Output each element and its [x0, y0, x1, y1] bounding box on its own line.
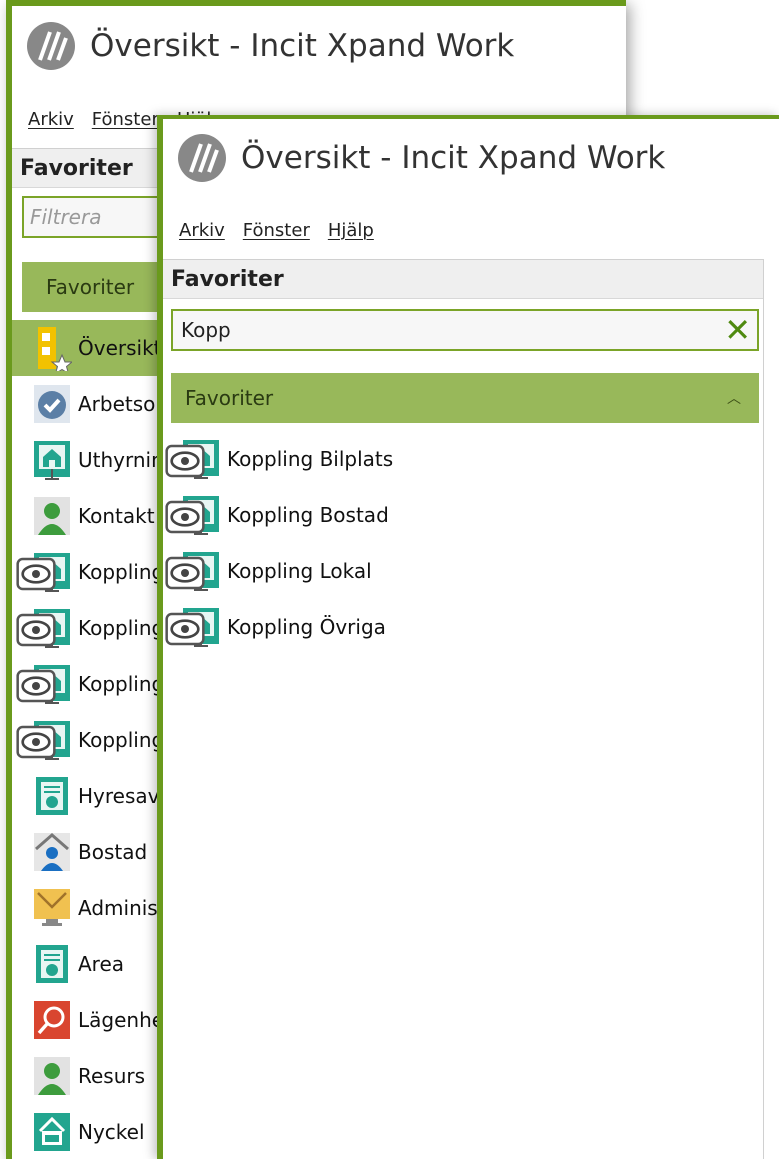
app-logo-icon — [27, 22, 75, 70]
person-icon — [32, 493, 72, 539]
menu-fonster[interactable]: Fönster — [243, 220, 310, 241]
menu-arkiv[interactable]: Arkiv — [179, 220, 225, 241]
link-property-icon — [181, 436, 221, 482]
mail-monitor-icon — [32, 885, 72, 931]
menu-fonster[interactable]: Fönster — [92, 109, 159, 130]
back-title-bar: Översikt - Incit Xpand Work — [12, 6, 514, 86]
window-title: Översikt - Incit Xpand Work — [241, 140, 666, 176]
filter-input[interactable]: Kopp ✕ — [171, 309, 759, 351]
list-item-label: Kontakt — [78, 504, 155, 528]
link-property-icon — [32, 605, 72, 651]
list-item-label: Resurs — [78, 1064, 146, 1088]
contract-icon — [32, 941, 72, 987]
list-item-label: Koppling Bostad — [227, 503, 389, 527]
menu-bar: Arkiv Fönster Hjälp — [163, 217, 374, 243]
overview-star-icon — [32, 325, 72, 371]
link-property-icon — [181, 492, 221, 538]
group-label: Favoriter — [46, 275, 135, 299]
contract-icon — [32, 773, 72, 819]
menu-arkiv[interactable]: Arkiv — [28, 109, 74, 130]
key-box-icon — [32, 1109, 72, 1155]
list-item-label: Översikt — [78, 336, 162, 360]
app-logo-icon — [178, 134, 226, 182]
clear-filter-icon[interactable]: ✕ — [724, 314, 751, 346]
panel-title: Favoriter — [20, 155, 133, 181]
link-property-icon — [181, 548, 221, 594]
list-item-label: Area — [78, 952, 125, 976]
menu-hjalp[interactable]: Hjälp — [328, 220, 374, 241]
front-title-bar: Översikt - Incit Xpand Work — [163, 119, 665, 197]
list-item-label: Koppling Bilplats — [227, 447, 394, 471]
property-icon — [32, 437, 72, 483]
panel-header: Favoriter — [163, 259, 763, 299]
collapse-chevron-icon[interactable]: ︿ — [727, 388, 741, 408]
group-label: Favoriter — [185, 386, 274, 410]
panel-splitter[interactable] — [763, 259, 764, 1159]
front-window: Översikt - Incit Xpand Work Arkiv Fönste… — [157, 115, 779, 1159]
list-item-label: Bostad — [78, 840, 148, 864]
person-icon — [32, 1053, 72, 1099]
list-item[interactable]: Koppling Övriga — [163, 599, 779, 655]
work-order-check-icon — [32, 381, 72, 427]
search-red-icon — [32, 997, 72, 1043]
group-header-favoriter[interactable]: Favoriter ︿ — [171, 373, 759, 423]
list-item[interactable]: Koppling Lokal — [163, 543, 779, 599]
list-item[interactable]: Koppling Bilplats — [163, 431, 779, 487]
list-item-label: Koppling Övriga — [227, 615, 386, 639]
list-item-label: Nyckel — [78, 1120, 145, 1144]
filter-value: Kopp — [181, 318, 231, 342]
link-property-icon — [32, 717, 72, 763]
panel-title: Favoriter — [171, 266, 284, 292]
list-item-label: Koppling Lokal — [227, 559, 372, 583]
link-property-icon — [32, 549, 72, 595]
list-item[interactable]: Koppling Bostad — [163, 487, 779, 543]
house-person-icon — [32, 829, 72, 875]
link-property-icon — [32, 661, 72, 707]
window-title: Översikt - Incit Xpand Work — [90, 28, 515, 64]
filter-input[interactable]: Filtrera — [22, 196, 172, 238]
filter-placeholder: Filtrera — [30, 205, 102, 229]
link-property-icon — [181, 604, 221, 650]
